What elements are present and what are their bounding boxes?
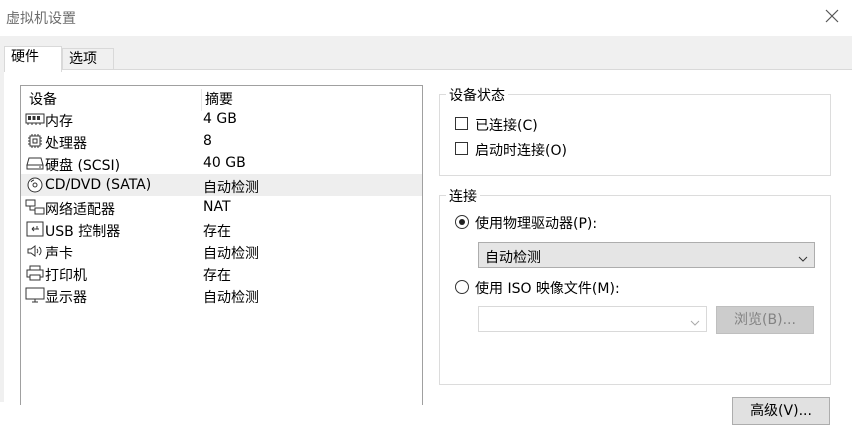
hardware-row-printer[interactable]: 打印机 存在 <box>21 262 422 284</box>
device-status-title: 设备状态 <box>446 85 508 105</box>
hardware-name: 显示器 <box>45 290 87 306</box>
tab-options[interactable]: 选项 <box>62 48 114 70</box>
connect-at-power-on-checkbox[interactable]: 启动时连接(O) <box>455 139 635 159</box>
hardware-name: 网络适配器 <box>45 202 115 218</box>
column-header-device[interactable]: 设备 <box>29 89 57 109</box>
checkbox-box[interactable] <box>455 142 468 155</box>
connection-group: 连接 使用物理驱动器(P): 自动检测 使用 ISO 映像文件(M): 浏览(B… <box>439 186 831 385</box>
hardware-name: 硬盘 (SCSI) <box>45 158 121 174</box>
physical-drive-value: 自动检测 <box>485 250 541 266</box>
window-title: 虚拟机设置 <box>6 11 76 27</box>
network-adapter-icon <box>25 199 45 215</box>
hardware-list[interactable]: 设备 摘要 内存 4 GB 处理器 8 硬盘 (SCSI) 40 GB CD/D… <box>20 85 423 405</box>
title-bar: 虚拟机设置 <box>0 0 852 36</box>
processor-icon <box>25 133 45 149</box>
usb-icon <box>25 221 45 237</box>
tab-panel-hardware: 设备 摘要 内存 4 GB 处理器 8 硬盘 (SCSI) 40 GB CD/D… <box>4 69 852 425</box>
tab-hardware[interactable]: 硬件 <box>4 46 62 72</box>
use-iso-image-radio[interactable]: 使用 ISO 映像文件(M): <box>455 277 695 297</box>
connect-at-power-on-label: 启动时连接(O) <box>475 143 567 159</box>
radio-button[interactable] <box>455 280 469 294</box>
hardware-summary: 存在 <box>203 224 231 240</box>
column-header-summary[interactable]: 摘要 <box>205 89 233 109</box>
radio-button-selected[interactable] <box>455 215 469 229</box>
checkbox-box[interactable] <box>455 117 468 130</box>
list-header: 设备 摘要 <box>21 86 422 111</box>
hardware-row-memory[interactable]: 内存 4 GB <box>21 108 422 130</box>
hardware-summary: NAT <box>203 199 231 215</box>
hard-disk-icon <box>25 155 45 171</box>
hardware-row-network-adapter[interactable]: 网络适配器 NAT <box>21 196 422 218</box>
chevron-down-icon <box>798 251 808 262</box>
device-status-group: 设备状态 已连接(C) 启动时连接(O) <box>439 85 831 176</box>
hardware-summary: 4 GB <box>203 111 237 127</box>
hardware-row-usb-controller[interactable]: USB 控制器 存在 <box>21 218 422 240</box>
hardware-row-cd-dvd[interactable]: CD/DVD (SATA) 自动检测 <box>21 174 422 196</box>
monitor-icon <box>25 287 45 303</box>
memory-icon <box>25 111 45 127</box>
advanced-button[interactable]: 高级(V)... <box>732 397 830 425</box>
hardware-row-processor[interactable]: 处理器 8 <box>21 130 422 152</box>
browse-button[interactable]: 浏览(B)... <box>716 306 814 334</box>
close-icon[interactable] <box>824 8 840 24</box>
hardware-name: 处理器 <box>45 136 87 152</box>
physical-drive-select[interactable]: 自动检测 <box>478 242 815 268</box>
cd-dvd-icon <box>25 177 45 193</box>
printer-icon <box>25 265 45 281</box>
hardware-name: 内存 <box>45 114 73 130</box>
hardware-name: CD/DVD (SATA) <box>45 177 152 193</box>
hardware-summary: 自动检测 <box>203 290 259 306</box>
dialog-body: 硬件 选项 设备 摘要 内存 4 GB 处理器 8 硬盘 (SCSI) 40 G… <box>0 36 852 425</box>
use-physical-drive-label: 使用物理驱动器(P): <box>475 216 598 232</box>
hardware-name: 声卡 <box>45 246 73 262</box>
hardware-summary: 自动检测 <box>203 180 259 196</box>
hardware-name: USB 控制器 <box>45 224 121 240</box>
hardware-name: 打印机 <box>45 268 87 284</box>
hardware-row-hard-disk[interactable]: 硬盘 (SCSI) 40 GB <box>21 152 422 174</box>
connection-title: 连接 <box>446 186 480 206</box>
hardware-row-sound-card[interactable]: 声卡 自动检测 <box>21 240 422 262</box>
hardware-summary: 40 GB <box>203 155 246 171</box>
hardware-summary: 自动检测 <box>203 246 259 262</box>
speaker-icon <box>25 243 45 259</box>
hardware-summary: 存在 <box>203 268 231 284</box>
connected-checkbox[interactable]: 已连接(C) <box>455 114 615 134</box>
hardware-row-monitor[interactable]: 显示器 自动检测 <box>21 284 422 306</box>
chevron-down-icon <box>690 315 700 326</box>
iso-path-combobox[interactable] <box>478 306 707 332</box>
connected-label: 已连接(C) <box>475 118 538 134</box>
hardware-summary: 8 <box>203 133 212 149</box>
use-physical-drive-radio[interactable]: 使用物理驱动器(P): <box>455 212 675 232</box>
use-iso-image-label: 使用 ISO 映像文件(M): <box>475 281 620 297</box>
